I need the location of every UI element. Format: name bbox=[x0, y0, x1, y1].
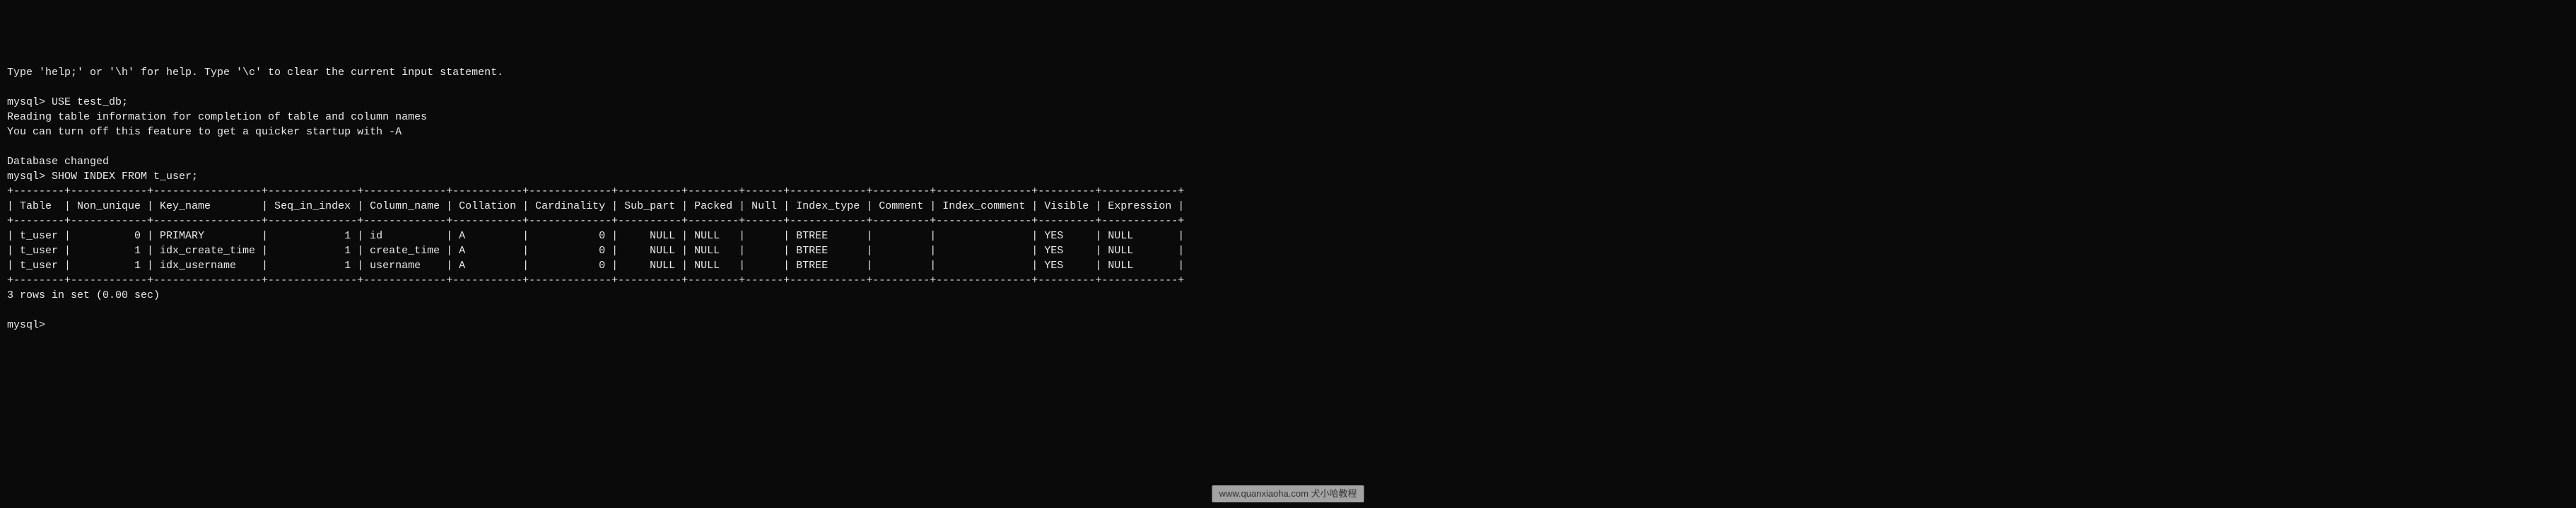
mysql-prompt: mysql> bbox=[7, 319, 52, 331]
database-changed: Database changed bbox=[7, 156, 109, 168]
command-use-db: USE test_db; bbox=[52, 96, 128, 108]
reading-table-info-2: You can turn off this feature to get a q… bbox=[7, 126, 402, 138]
table-row: | t_user | 0 | PRIMARY | 1 | id | A | 0 … bbox=[7, 230, 1184, 242]
terminal-output[interactable]: Type 'help;' or '\h' for help. Type '\c'… bbox=[7, 65, 2569, 333]
table-border-bottom: +--------+------------+-----------------… bbox=[7, 275, 1184, 287]
table-row: | t_user | 1 | idx_create_time | 1 | cre… bbox=[7, 245, 1184, 257]
table-border-top: +--------+------------+-----------------… bbox=[7, 185, 1184, 197]
table-row: | t_user | 1 | idx_username | 1 | userna… bbox=[7, 260, 1184, 272]
watermark: www.quanxiaoha.com 犬小哈教程 bbox=[1212, 485, 1364, 502]
mysql-prompt: mysql> bbox=[7, 171, 52, 183]
command-show-index: SHOW INDEX FROM t_user; bbox=[52, 171, 198, 183]
help-text: Type 'help;' or '\h' for help. Type '\c'… bbox=[7, 67, 503, 79]
table-border-mid: +--------+------------+-----------------… bbox=[7, 215, 1184, 227]
result-summary: 3 rows in set (0.00 sec) bbox=[7, 289, 160, 301]
reading-table-info-1: Reading table information for completion… bbox=[7, 111, 427, 123]
watermark-text: www.quanxiaoha.com 犬小哈教程 bbox=[1219, 488, 1357, 499]
table-header-row: | Table | Non_unique | Key_name | Seq_in… bbox=[7, 200, 1184, 212]
mysql-prompt: mysql> bbox=[7, 96, 52, 108]
